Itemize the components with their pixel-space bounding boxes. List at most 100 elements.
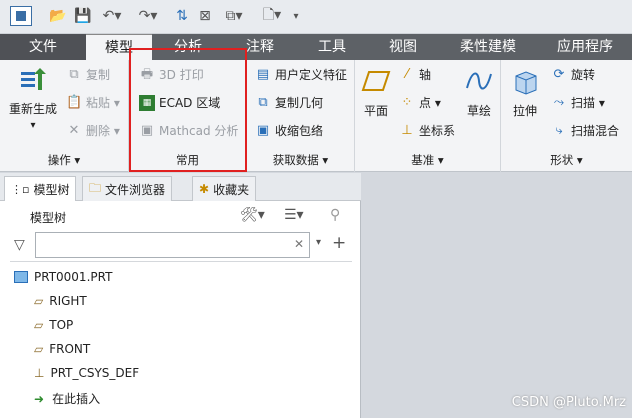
group-label-operations[interactable]: 操作 ▾ xyxy=(0,152,128,168)
copy-icon: ⧉ xyxy=(69,66,79,82)
delete-button[interactable]: ✕ 删除 ▾ xyxy=(66,122,120,139)
swept-blend-button[interactable]: ⤷ 扫描混合 xyxy=(551,122,619,139)
tree-item-part[interactable]: PRT0001.PRT xyxy=(14,270,112,284)
csys-icon: ⊥ xyxy=(401,122,413,138)
favorites-icon: ✱ xyxy=(199,182,210,196)
sweep-icon: ⤳ xyxy=(553,94,565,110)
datum-plane-icon: ▱ xyxy=(34,294,44,308)
new-file-icon[interactable]: 🗋▾ xyxy=(258,6,286,26)
sweep-button[interactable]: ⤳ 扫描 ▾ xyxy=(551,94,605,111)
add-icon[interactable]: + xyxy=(332,233,346,253)
tree-item-insert-label: 在此插入 xyxy=(52,392,101,406)
regenerate-small-icon[interactable]: ⇅ xyxy=(172,6,192,26)
delete-label: 删除 xyxy=(86,124,111,138)
point-icon: ⁘ xyxy=(401,94,413,110)
copy-geometry-button[interactable]: ⧉ 复制几何 xyxy=(255,94,323,111)
shrinkwrap-button[interactable]: ▣ 收缩包络 xyxy=(255,122,323,139)
save-icon[interactable]: 💾 xyxy=(74,6,92,26)
axis-button[interactable]: ⁄ 轴 xyxy=(399,66,431,83)
regenerate-button[interactable]: 重新生成 ▾ xyxy=(6,64,60,131)
udf-label: 用户定义特征 xyxy=(275,68,348,82)
tab-tools[interactable]: 工具 xyxy=(296,34,368,60)
csys-tree-icon: ⊥ xyxy=(34,366,45,380)
clear-search-icon[interactable]: ✕ xyxy=(294,237,304,251)
tab-model-tree-label: 模型树 xyxy=(33,182,70,197)
quick-access-toolbar: 📂 💾 ↶▾ ↷▾ ⇅ ⊠ ⧉▾ 🗋▾ ▾ xyxy=(0,0,632,34)
model-tree-icon: ⋮▫ xyxy=(11,182,30,196)
tree-item-insert-here[interactable]: ➜ 在此插入 xyxy=(34,390,100,407)
search-dropdown-icon[interactable]: ▾ xyxy=(316,237,321,248)
datum-plane-icon: ▱ xyxy=(34,342,44,356)
revolve-button[interactable]: ⟳ 旋转 xyxy=(551,66,595,83)
tab-favorites[interactable]: ✱ 收藏夹 xyxy=(192,176,257,201)
panel-title: 模型树 xyxy=(30,211,67,225)
csys-button[interactable]: ⊥ 坐标系 xyxy=(399,122,455,139)
axis-label: 轴 xyxy=(419,68,432,82)
ribbon-panel: 重新生成 ▾ ⧉ 复制 📋 粘贴 ▾ ✕ 删除 ▾ 操作 ▾ 🖶 3D 打印 ▦ ECAD … xyxy=(0,60,632,172)
open-folder-icon[interactable]: 📂 xyxy=(48,6,68,26)
tree-item-right[interactable]: ▱ RIGHT xyxy=(34,294,87,308)
tab-folder-browser[interactable]: 🗀 文件浏览器 xyxy=(82,176,173,201)
paste-button[interactable]: 📋 粘贴 ▾ xyxy=(66,94,120,111)
tab-applications[interactable]: 应用程序 xyxy=(538,34,632,60)
app-menu-icon[interactable] xyxy=(10,6,32,26)
tab-flexible-modeling[interactable]: 柔性建模 xyxy=(438,34,538,60)
customize-qat-icon[interactable]: ▾ xyxy=(290,6,302,26)
extrude-icon xyxy=(515,71,537,95)
sketch-button[interactable]: 草绘 xyxy=(461,66,497,119)
tree-filter-icon[interactable]: ⚲ xyxy=(330,207,340,223)
undo-icon[interactable]: ↶▾ xyxy=(98,6,126,26)
navigator-tabs: ⋮▫ 模型树 🗀 文件浏览器 ✱ 收藏夹 xyxy=(0,173,361,201)
group-label-shapes[interactable]: 形状 ▾ xyxy=(501,152,632,168)
paste-label: 粘贴 xyxy=(86,96,111,110)
sketch-icon xyxy=(466,72,492,90)
tab-favorites-label: 收藏夹 xyxy=(213,182,250,197)
swept-blend-label: 扫描混合 xyxy=(571,124,620,138)
close-window-icon[interactable]: ⊠ xyxy=(196,6,214,26)
tree-item-front[interactable]: ▱ FRONT xyxy=(34,342,90,356)
tree-item-right-label: RIGHT xyxy=(49,294,87,308)
tab-folder-browser-label: 文件浏览器 xyxy=(105,182,166,197)
udf-button[interactable]: ▤ 用户定义特征 xyxy=(255,66,347,83)
tree-item-csys[interactable]: ⊥ PRT_CSYS_DEF xyxy=(34,366,139,380)
tab-file[interactable]: 文件 xyxy=(0,34,86,60)
group-get-data: ▤ 用户定义特征 ⧉ 复制几何 ▣ 收缩包络 获取数据 ▾ xyxy=(247,60,355,172)
group-label-get-data[interactable]: 获取数据 ▾ xyxy=(247,152,354,168)
paste-icon: 📋 xyxy=(66,94,83,110)
axis-icon: ⁄ xyxy=(405,66,409,82)
redo-icon[interactable]: ↷▾ xyxy=(134,6,162,26)
point-label: 点 xyxy=(419,96,432,110)
tree-item-top-label: TOP xyxy=(49,318,74,332)
extrude-label: 拉伸 xyxy=(512,104,537,118)
revolve-label: 旋转 xyxy=(571,68,596,82)
shrinkwrap-label: 收缩包络 xyxy=(275,124,324,138)
udf-icon: ▤ xyxy=(256,66,270,82)
tree-item-top[interactable]: ▱ TOP xyxy=(34,318,73,332)
tree-search-input[interactable] xyxy=(35,232,310,258)
tree-item-front-label: FRONT xyxy=(49,342,91,356)
extrude-button[interactable]: 拉伸 xyxy=(507,66,543,119)
group-operations: 重新生成 ▾ ⧉ 复制 📋 粘贴 ▾ ✕ 删除 ▾ 操作 ▾ xyxy=(0,60,129,172)
filter-icon[interactable]: ▽ xyxy=(14,237,25,253)
part-icon xyxy=(14,271,28,283)
plane-icon xyxy=(361,71,391,91)
show-icon[interactable]: ☰▾ xyxy=(284,207,304,223)
swept-blend-icon: ⤷ xyxy=(555,122,563,138)
tree-item-csys-label: PRT_CSYS_DEF xyxy=(50,366,140,380)
divider xyxy=(10,261,352,262)
group-datum: 平面 ⁄ 轴 ⁘ 点 ▾ ⊥ 坐标系 草绘 基准 ▾ xyxy=(355,60,501,172)
group-label-datum[interactable]: 基准 ▾ xyxy=(355,152,500,168)
watermark: CSDN @Pluto.Mrz xyxy=(511,395,626,410)
folder-icon: 🗀 xyxy=(89,180,102,195)
windows-icon[interactable]: ⧉▾ xyxy=(220,6,248,26)
navigator-panel: ⋮▫ 模型树 🗀 文件浏览器 ✱ 收藏夹 模型树 🛠▾ ☰▾ ⚲ ▽ ✕ ▾ + PR… xyxy=(0,173,361,418)
copy-button[interactable]: ⧉ 复制 xyxy=(66,66,110,83)
plane-button[interactable]: 平面 xyxy=(359,66,393,119)
tree-settings-icon[interactable]: 🛠▾ xyxy=(240,207,265,223)
point-button[interactable]: ⁘ 点 ▾ xyxy=(399,94,441,111)
tab-view[interactable]: 视图 xyxy=(368,34,438,60)
highlight-box xyxy=(129,48,247,172)
copy-geometry-label: 复制几何 xyxy=(275,96,324,110)
tab-model-tree[interactable]: ⋮▫ 模型树 xyxy=(4,176,77,201)
sketch-label: 草绘 xyxy=(466,104,491,118)
